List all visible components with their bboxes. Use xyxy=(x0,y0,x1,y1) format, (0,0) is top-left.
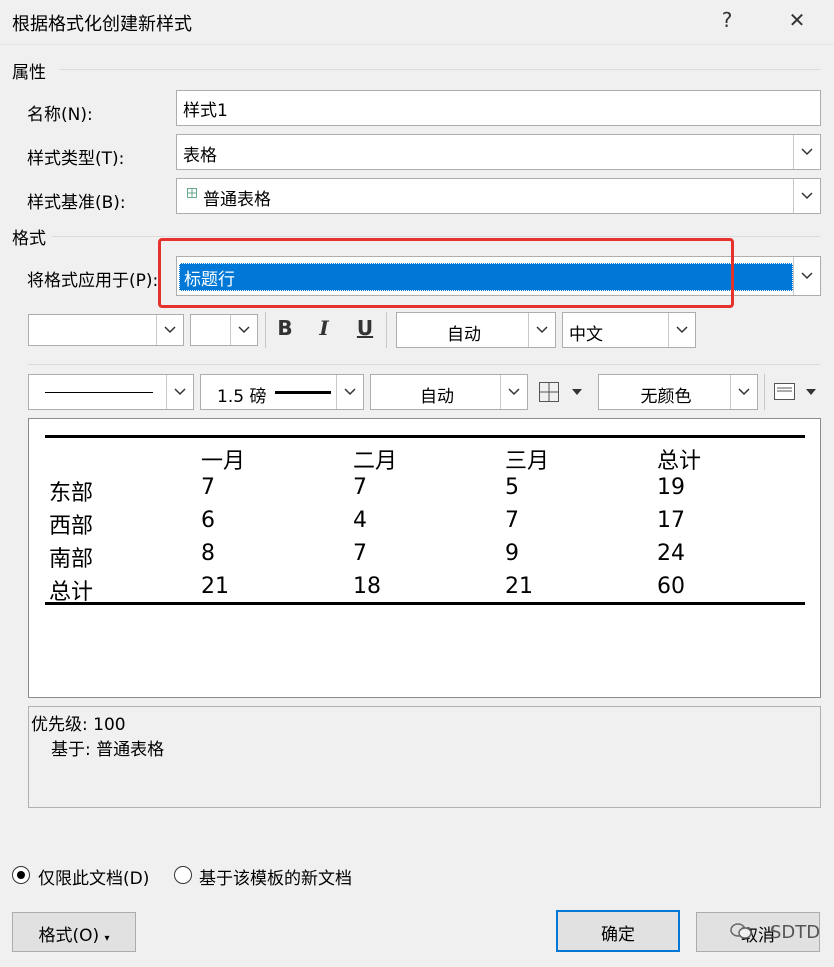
style-base-label: 样式基准(B): xyxy=(27,193,126,213)
underline-button[interactable]: U xyxy=(352,316,378,340)
cell-alignment-icon xyxy=(774,383,816,400)
table-bottom-border xyxy=(45,602,805,605)
language-value: 中文 xyxy=(569,325,603,345)
italic-button[interactable]: I xyxy=(311,316,337,340)
border-color-select[interactable]: 自动 xyxy=(370,374,528,410)
line-style-select[interactable] xyxy=(28,374,194,410)
bold-button[interactable]: B xyxy=(272,316,298,340)
cell: 24 xyxy=(657,541,685,566)
language-select[interactable]: 中文 xyxy=(562,312,696,348)
based-on-text: 基于: 普通表格 xyxy=(51,740,165,760)
chevron-down-icon[interactable] xyxy=(230,315,257,345)
style-base-select[interactable]: 普通表格 xyxy=(176,178,821,214)
toolbar-separator xyxy=(386,312,387,348)
format-section-label: 格式 xyxy=(12,229,46,249)
cell: 7 xyxy=(201,475,215,500)
chevron-down-icon[interactable] xyxy=(668,313,695,347)
cell: 21 xyxy=(505,574,533,599)
new-documents-label[interactable]: 基于该模板的新文档 xyxy=(199,864,352,889)
chevron-down-icon[interactable] xyxy=(156,315,183,345)
name-input[interactable]: 样式1 xyxy=(176,90,821,126)
header-cell: 一月 xyxy=(201,449,246,474)
shading-value: 无颜色 xyxy=(640,387,692,407)
dialog-title: 根据格式化创建新样式 xyxy=(12,14,192,35)
chevron-down-icon[interactable] xyxy=(793,179,820,213)
line-weight-select[interactable]: 1.5 磅 xyxy=(200,374,364,410)
cell: 60 xyxy=(657,574,685,599)
style-type-label: 样式类型(T): xyxy=(27,149,125,169)
style-type-select[interactable]: 表格 xyxy=(176,134,821,170)
style-type-value: 表格 xyxy=(183,146,217,166)
caret-down-icon: ▾ xyxy=(104,933,110,944)
font-color-select[interactable]: 自动 xyxy=(396,312,556,348)
watermark-text: SDTD xyxy=(770,922,821,943)
font-color-value: 自动 xyxy=(447,325,481,345)
cell: 8 xyxy=(201,541,215,566)
chevron-down-icon[interactable] xyxy=(528,313,555,347)
cell: 4 xyxy=(353,508,367,533)
chevron-down-icon[interactable] xyxy=(336,375,363,409)
table-top-border xyxy=(45,435,805,438)
apply-to-label: 将格式应用于(P): xyxy=(27,271,159,291)
row-label: 东部 xyxy=(49,481,94,506)
format-menu-button[interactable]: 格式(O) ▾ xyxy=(12,912,136,952)
chevron-down-icon[interactable] xyxy=(793,135,820,169)
chevron-down-icon[interactable] xyxy=(730,375,757,409)
font-name-select[interactable] xyxy=(28,314,184,346)
table-style-icon xyxy=(187,188,197,198)
header-cell: 二月 xyxy=(353,449,398,474)
close-button[interactable]: ✕ xyxy=(782,8,812,32)
properties-divider xyxy=(60,69,820,70)
help-button[interactable]: ? xyxy=(712,8,742,32)
cell: 5 xyxy=(505,475,519,500)
this-document-radio[interactable] xyxy=(12,866,30,884)
chevron-down-icon[interactable] xyxy=(793,257,820,295)
style-base-value: 普通表格 xyxy=(203,190,271,210)
preview-pane: 一月 二月 三月 总计 东部 7 7 5 19 西部 6 4 7 17 南部 8… xyxy=(28,418,821,698)
toolbar-separator xyxy=(764,374,765,410)
new-documents-radio[interactable] xyxy=(174,866,192,884)
row-label: 南部 xyxy=(49,547,94,572)
this-document-label[interactable]: 仅限此文档(D) xyxy=(38,864,149,889)
ok-button[interactable]: 确定 xyxy=(556,910,680,952)
title-separator xyxy=(0,44,834,45)
cell: 21 xyxy=(201,574,229,599)
highlight-box xyxy=(158,238,734,308)
cell: 17 xyxy=(657,508,685,533)
cell: 6 xyxy=(201,508,215,533)
name-label: 名称(N): xyxy=(27,105,93,125)
line-weight-preview xyxy=(275,391,331,394)
header-cell: 总计 xyxy=(657,449,702,474)
border-color-value: 自动 xyxy=(420,387,454,407)
format-divider xyxy=(52,236,820,237)
font-size-select[interactable] xyxy=(190,314,258,346)
cell: 7 xyxy=(505,508,519,533)
borders-grid-icon xyxy=(539,382,582,402)
row-label: 西部 xyxy=(49,514,94,539)
shading-select[interactable]: 无颜色 xyxy=(598,374,758,410)
cell: 7 xyxy=(353,541,367,566)
toolbar-divider xyxy=(28,364,820,365)
watermark-icon xyxy=(730,922,752,945)
header-cell: 三月 xyxy=(505,449,550,474)
cell: 19 xyxy=(657,475,685,500)
toolbar-separator xyxy=(265,312,266,348)
alignment-button[interactable] xyxy=(772,381,822,403)
chevron-down-icon[interactable] xyxy=(500,375,527,409)
description-box: 优先级: 100 基于: 普通表格 xyxy=(28,706,821,808)
line-style-preview xyxy=(45,392,153,393)
cell: 7 xyxy=(353,475,367,500)
chevron-down-icon[interactable] xyxy=(166,375,193,409)
cell: 9 xyxy=(505,541,519,566)
format-button-label: 格式(O) xyxy=(38,926,100,946)
cell: 18 xyxy=(353,574,381,599)
priority-text: 优先级: 100 xyxy=(31,715,126,735)
properties-section-label: 属性 xyxy=(12,63,46,83)
borders-button[interactable] xyxy=(538,381,588,403)
line-weight-value: 1.5 磅 xyxy=(217,387,267,407)
